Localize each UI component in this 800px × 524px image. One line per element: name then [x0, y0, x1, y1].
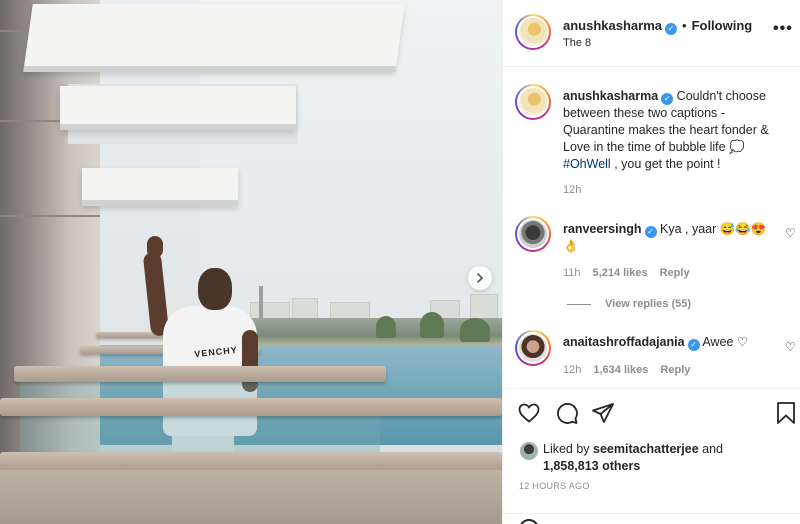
likes-prefix: Liked by: [543, 442, 594, 456]
header-user-line: anushkasharma ✓ • Following: [563, 18, 752, 35]
post-image[interactable]: VENCHY: [0, 0, 502, 524]
comment-time[interactable]: 11h: [563, 267, 581, 279]
balcony-slab: [23, 4, 405, 72]
separator-dot: •: [682, 18, 687, 33]
liker-username[interactable]: seemitachatterjee: [593, 442, 699, 456]
likes-summary: Liked by seemitachatterjee and 1,858,813…: [543, 441, 723, 475]
follow-button[interactable]: Following: [692, 18, 753, 33]
verified-icon: ✓: [661, 93, 674, 105]
comment-icon[interactable]: [555, 401, 579, 425]
palm-trees: [376, 316, 396, 338]
comment-username[interactable]: ranveersingh: [563, 222, 642, 236]
author-username[interactable]: anushkasharma: [563, 18, 662, 33]
balcony-rail: [0, 452, 502, 472]
post-caption: anushkasharma ✓ Couldn't choose between t…: [563, 88, 773, 173]
comment-time[interactable]: 12h: [563, 364, 581, 376]
avatar[interactable]: [515, 14, 551, 50]
balcony-slab: [82, 168, 238, 206]
divider: [567, 303, 591, 305]
post-actions: Liked by seemitachatterjee and 1,858,813…: [503, 388, 800, 524]
liker-avatar[interactable]: [519, 441, 539, 461]
reply-button[interactable]: Reply: [660, 364, 690, 376]
comment-like-icon[interactable]: ♡: [785, 340, 796, 354]
reply-button[interactable]: Reply: [660, 267, 690, 279]
caption-time[interactable]: 12h: [563, 184, 581, 196]
balcony-slab: [60, 86, 296, 130]
post-sidebar: anushkasharma ✓ • Following The 8 ••• anush…: [502, 0, 800, 524]
post-timestamp[interactable]: 12 HOURS AGO: [519, 481, 590, 491]
send-icon[interactable]: [591, 401, 615, 425]
comment-likes[interactable]: 1,634 likes: [593, 364, 648, 376]
comment-text: Awee ♡: [702, 335, 749, 349]
balcony-rail: [0, 398, 502, 416]
view-replies-button[interactable]: View replies (55): [567, 298, 691, 310]
next-image-button[interactable]: [468, 266, 492, 290]
post-header: anushkasharma ✓ • Following The 8 •••: [503, 0, 800, 67]
comment: ranveersingh ✓ Kya , yaar 😅😂😍 👌: [563, 221, 775, 255]
comment-meta: 11h 5,214 likes Reply: [563, 267, 702, 279]
comment: anaitashroffadajania ✓ Awee ♡: [563, 334, 775, 351]
avatar[interactable]: [515, 216, 551, 252]
balcony-rail: [14, 366, 386, 382]
more-options-icon[interactable]: •••: [773, 20, 793, 38]
caption-text-after: , you get the point !: [610, 157, 721, 171]
heart-icon[interactable]: [517, 401, 541, 425]
caption-username[interactable]: anushkasharma: [563, 89, 658, 103]
comment-like-icon[interactable]: ♡: [785, 226, 796, 240]
palm-trees: [460, 318, 490, 342]
location-link[interactable]: The 8: [563, 37, 591, 49]
hashtag-link[interactable]: #OhWell: [563, 157, 611, 171]
person-head: [198, 268, 232, 310]
add-comment-bar: [503, 513, 800, 524]
verified-icon: ✓: [665, 23, 677, 35]
avatar[interactable]: [515, 330, 551, 366]
chevron-right-icon: [477, 273, 484, 283]
view-replies-label: View replies (55): [605, 298, 692, 310]
likes-and: and: [698, 442, 723, 456]
avatar[interactable]: [515, 84, 551, 120]
skyline-tower: [259, 286, 263, 322]
bookmark-icon[interactable]: [775, 401, 797, 425]
balcony-floor: [0, 470, 502, 524]
verified-icon: ✓: [687, 339, 700, 351]
likes-count[interactable]: 1,858,813 others: [543, 459, 640, 473]
comment-likes[interactable]: 5,214 likes: [593, 267, 648, 279]
comment-meta: 12h 1,634 likes Reply: [563, 364, 702, 376]
comment-username[interactable]: anaitashroffadajania: [563, 335, 685, 349]
palm-trees: [420, 312, 444, 338]
verified-icon: ✓: [644, 226, 657, 238]
